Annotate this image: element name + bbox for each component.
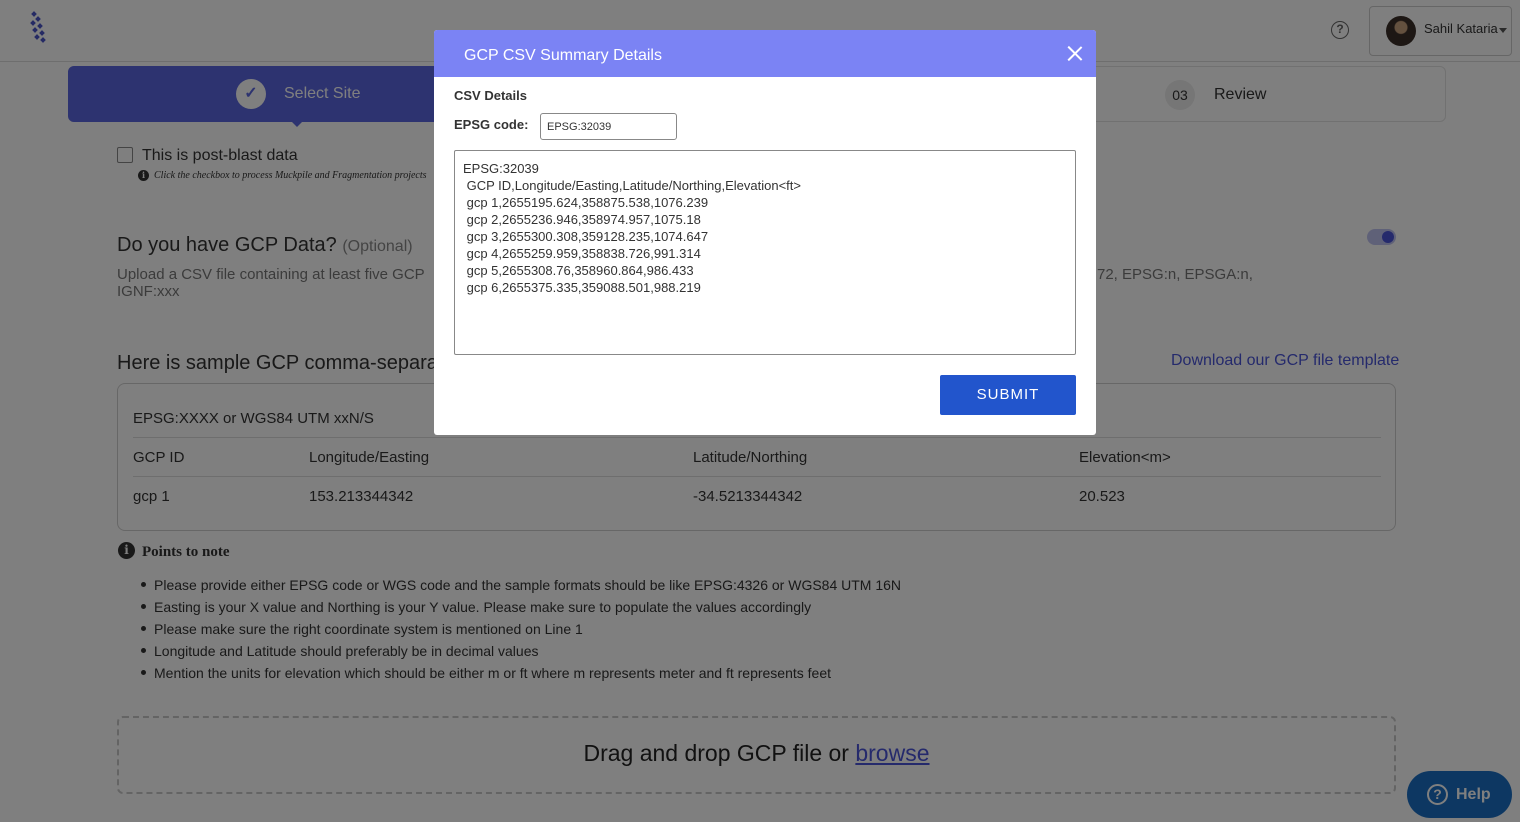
csv-content-textarea[interactable]: EPSG:32039 GCP ID,Longitude/Easting,Lati… bbox=[454, 150, 1076, 355]
modal-header: GCP CSV Summary Details bbox=[434, 30, 1096, 77]
gcp-csv-summary-modal: GCP CSV Summary Details CSV Details EPSG… bbox=[434, 30, 1096, 435]
submit-button[interactable]: SUBMIT bbox=[940, 375, 1076, 415]
csv-details-heading: CSV Details bbox=[454, 88, 527, 103]
modal-title: GCP CSV Summary Details bbox=[464, 47, 662, 64]
epsg-code-input[interactable] bbox=[540, 113, 677, 140]
close-icon[interactable] bbox=[1067, 46, 1082, 61]
epsg-code-label: EPSG code: bbox=[454, 117, 529, 132]
